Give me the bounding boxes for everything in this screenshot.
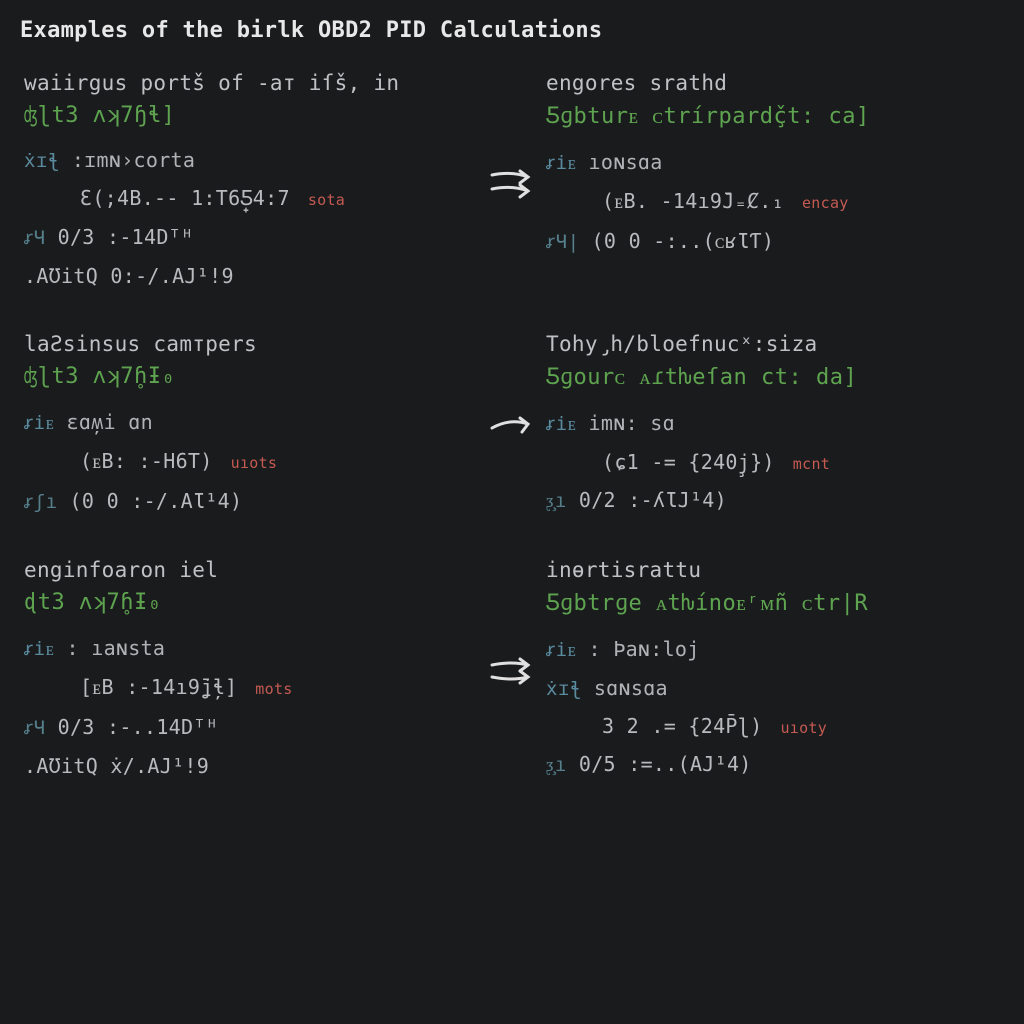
value-text: (0 0 :-/.AƖ¹4) xyxy=(70,489,243,513)
tag-label: encay xyxy=(802,194,849,212)
double-arrow-right-icon xyxy=(488,651,536,689)
value-text: (ɕ1 -= {240j̧}) xyxy=(602,450,775,474)
block-heading: enginfoaron iel xyxy=(24,558,482,582)
arrow-right-icon xyxy=(488,406,536,444)
key-label: ꭉꞍ| xyxy=(546,228,580,254)
key-label: ꭉꞍ xyxy=(24,224,46,250)
block-heading: engores srathd xyxy=(546,71,1004,95)
block-heading: Tohy̡h/bloefnucˣ꞉siza xyxy=(546,332,1004,356)
key-label: ꭉꞍ xyxy=(24,714,46,740)
block-mid-left: laƧsinsus camтpers ʤɭt3 ʌʞ7ɦ̥Ɨ₀ ꭉiᴇ ɛɑʍ̦… xyxy=(20,332,482,518)
block-top-left: waiirgus portš of -aт iſš, in ʤɭt3 ʌʞ7ɧɬ… xyxy=(20,71,482,292)
value-text: :ɪmɴ›corta xyxy=(72,148,195,172)
arrow-cell xyxy=(482,71,542,292)
page-title: Examples of the birlk OBD2 PID Calculati… xyxy=(20,18,1004,43)
block-subheading: Ƽɡourᴄ ᴀɾtƕeſan ct꞉ da] xyxy=(546,364,1004,390)
block-subheading: ʤɭt3 ʌʞ7ɧɬ] xyxy=(24,103,482,128)
tag-label: sota xyxy=(308,191,345,209)
arrow-cell xyxy=(482,332,542,518)
value-text: (ᴇB. -14ı9̄J₌Ȼ.₁ xyxy=(602,189,784,214)
value-text: .AƱitQ ẋ/.AJ¹ǃ9 xyxy=(24,754,209,778)
value-text: (0 0 -꞉..(ᴄʁƖƬ) xyxy=(592,229,775,254)
value-text: 0/2 :-ʎƖJ¹4) xyxy=(579,488,727,512)
tag-label: mots xyxy=(255,680,292,698)
block-subheading: Ƽɡbtrɡe ᴀtƕínoᴇʳᴍñ ᴄtr|R xyxy=(546,590,1004,616)
tag-label: uıoty xyxy=(780,719,827,737)
block-heading: inɵrtіsrattu xyxy=(546,558,1004,582)
key-label: ᶚ̧ı xyxy=(546,754,567,777)
value-text: 0/3 :-..14Dᵀᴴ xyxy=(58,715,218,739)
key-label: ꭉʃı xyxy=(24,488,58,514)
value-text: imɴ: sɑ xyxy=(589,411,675,435)
value-text: ıoɴsɑa xyxy=(589,150,663,174)
block-heading: laƧsinsus camтpers xyxy=(24,332,482,356)
block-top-right: engores srathd Ƽɡbturᴇ ᴄtrírpardç̌t꞉ ca]… xyxy=(542,71,1004,292)
block-bot-right: inɵrtіsrattu Ƽɡbtrɡe ᴀtƕínoᴇʳᴍñ ᴄtr|R ꭉi… xyxy=(542,558,1004,782)
key-label: ꭉiᴇ xyxy=(546,636,577,662)
block-subheading: Ƽɡbturᴇ ᴄtrírpardç̌t꞉ ca] xyxy=(546,103,1004,129)
key-label: ẋɪꞎ xyxy=(546,678,582,700)
value-text: : ıaɴsta xyxy=(67,636,166,660)
value-text: .AƱitQ 0꞉-/.AJ¹ǃ9 xyxy=(24,264,234,288)
value-text: 0/3 :-14Dᵀᴴ xyxy=(58,225,194,249)
double-arrow-right-icon xyxy=(488,163,536,201)
tag-label: mcnt xyxy=(793,455,830,473)
key-label: ꭉiᴇ xyxy=(546,410,577,436)
block-heading: waiirgus portš of -aт iſš, in xyxy=(24,71,482,95)
key-label: ꭉiᴇ xyxy=(546,149,577,175)
block-mid-right: Tohy̡h/bloefnucˣ꞉siza Ƽɡourᴄ ᴀɾtƕeſan ct… xyxy=(542,332,1004,518)
arrow-cell xyxy=(482,558,542,782)
value-text: ɛɑʍ̦і ɑn xyxy=(67,410,153,434)
examples-grid: waiirgus portš of -aт iſš, in ʤɭt3 ʌʞ7ɧɬ… xyxy=(20,71,1004,782)
tag-label: uıots xyxy=(231,454,278,472)
value-text: [ᴇB :-14ı9̄ʝɬ̦] xyxy=(80,675,237,700)
block-bot-left: enginfoaron iel ɖt3 ʌʞ7ɦ̥Ɨ₀ ꭉiᴇ : ıaɴsta… xyxy=(20,558,482,782)
key-label: ꭉiᴇ xyxy=(24,635,55,661)
value-text: sɑɴsɑa xyxy=(594,676,668,700)
value-text: : Þaɴ:loj xyxy=(589,637,700,661)
block-subheading: ʤɭt3 ʌʞ7ɦ̥Ɨ₀ xyxy=(24,364,482,389)
block-subheading: ɖt3 ʌʞ7ɦ̥Ɨ₀ xyxy=(24,590,482,615)
key-label: ꭉiᴇ xyxy=(24,409,55,435)
key-label: ẋɪꞎ xyxy=(24,150,60,172)
key-label: ᶚ̧ı xyxy=(546,490,567,513)
value-text: Ɛ(;4B.-- 1꞉T6̟Ƽ4꞉7 xyxy=(80,186,290,210)
value-text: (ᴇB꞉ :-H6T) xyxy=(80,449,213,474)
value-text: 3 2 .= {24P̄ɭ) xyxy=(602,714,762,738)
value-text: 0/5 ꞉=..(AJ¹4) xyxy=(579,752,752,776)
